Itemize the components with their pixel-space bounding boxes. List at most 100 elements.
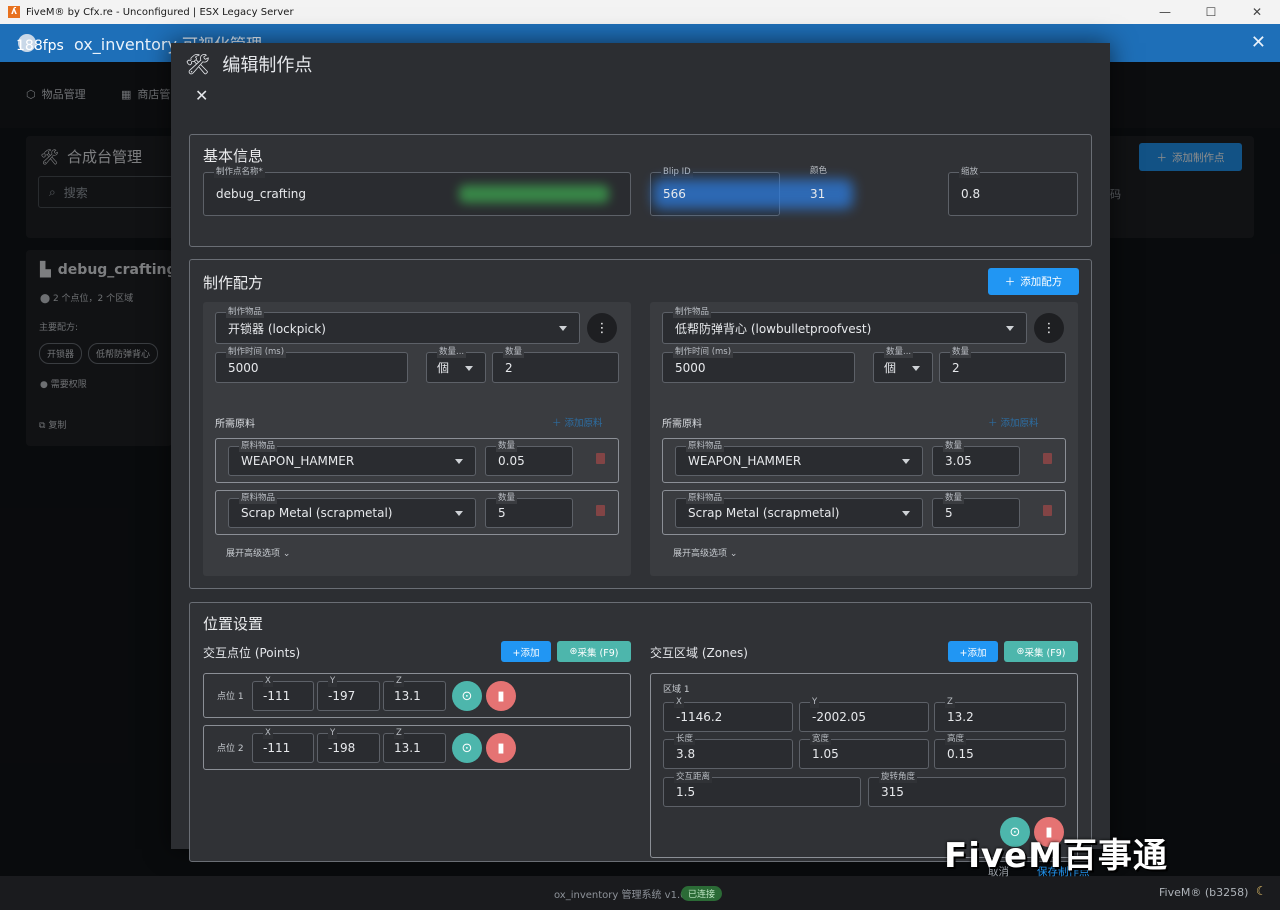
add-point-button[interactable]: +添加 [501, 641, 551, 662]
recipe-item-select[interactable]: 制作物品 低帮防弹背心 (lowbulletproofvest) [662, 306, 1027, 344]
capture-point-button[interactable]: ⊛ 采集 (F9) [557, 641, 631, 662]
zone-distance-label: 交互距离 [674, 771, 713, 783]
point-x-value: -111 [263, 689, 291, 703]
axis-z-label: Z [394, 675, 404, 687]
window-close-icon[interactable]: ✕ [1234, 0, 1280, 24]
point-z-value: 13.1 [394, 741, 421, 755]
scale-field[interactable]: 缩放 0.8 [948, 166, 1078, 216]
trash-icon[interactable] [596, 453, 605, 464]
point-x-field[interactable]: X -111 [252, 675, 314, 711]
modal-close-icon[interactable]: ✕ [195, 86, 208, 105]
recipe-item-label: 制作物品 [226, 306, 265, 318]
material-qty-field[interactable]: 数量 3.05 [932, 440, 1020, 476]
blip-id-value: 566 [663, 187, 686, 201]
zone-width-field[interactable]: 宽度 1.05 [799, 733, 929, 769]
name-label: 制作点名称* [214, 166, 265, 178]
chevron-down-icon: ⌄ [282, 549, 291, 559]
more-options-icon[interactable]: ⋮ [587, 313, 617, 343]
craft-time-field[interactable]: 制作时间 (ms) 5000 [662, 346, 855, 383]
add-material-label: 添加原料 [564, 418, 603, 429]
point-y-field[interactable]: Y -197 [317, 675, 380, 711]
color-label: 颜色 [810, 166, 828, 176]
plus-icon: ＋ [552, 418, 562, 429]
maximize-icon[interactable]: ☐ [1188, 0, 1234, 24]
zone-label: 区域 1 [663, 685, 690, 695]
material-qty-value: 3.05 [945, 454, 972, 468]
location-section: 位置设置 交互点位 (Points) +添加 ⊛ 采集 (F9) 点位 1 X … [189, 602, 1092, 862]
material-row: 原料物品 Scrap Metal (scrapmetal) 数量 5 [662, 490, 1066, 535]
unit-select[interactable]: 数量... 個 [873, 346, 933, 383]
point-row: 点位 2 X -111 Y -198 Z 13.1 ⊙ ▮ [203, 725, 631, 770]
more-options-icon[interactable]: ⋮ [1034, 313, 1064, 343]
expand-advanced-text: 展开高级选项 [226, 549, 281, 559]
material-qty-value: 5 [498, 506, 506, 520]
unit-select[interactable]: 数量... 個 [426, 346, 486, 383]
add-recipe-button[interactable]: ＋ 添加配方 [988, 268, 1079, 295]
zone-length-field[interactable]: 长度 3.8 [663, 733, 793, 769]
material-item-label: 原料物品 [686, 440, 725, 452]
material-qty-field[interactable]: 数量 5 [485, 492, 573, 528]
craft-time-value: 5000 [675, 360, 706, 375]
trash-icon[interactable] [1043, 453, 1052, 464]
delete-point-icon[interactable]: ▮ [486, 733, 516, 763]
zone-rotation-field[interactable]: 旋转角度 315 [868, 771, 1066, 807]
material-row: 原料物品 WEAPON_HAMMER 数量 3.05 [662, 438, 1066, 483]
zone-x-value: -1146.2 [676, 710, 723, 724]
delete-point-icon[interactable]: ▮ [486, 681, 516, 711]
target-icon: ⊛ [569, 646, 578, 657]
material-item-select[interactable]: 原料物品 WEAPON_HAMMER [228, 440, 476, 476]
trash-icon[interactable] [596, 505, 605, 516]
minimize-icon[interactable]: — [1142, 0, 1188, 24]
locate-point-icon[interactable]: ⊙ [452, 681, 482, 711]
add-zone-button[interactable]: +添加 [948, 641, 998, 662]
app-close-icon[interactable]: ✕ [1251, 32, 1266, 53]
moon-icon[interactable]: ☾ [1256, 884, 1267, 898]
zone-x-field[interactable]: X -1146.2 [663, 696, 793, 732]
count-field[interactable]: 数量 2 [939, 346, 1066, 383]
add-material-button[interactable]: ＋ 添加原料 [988, 415, 1039, 429]
axis-z-label: Z [394, 727, 404, 739]
expand-advanced-link[interactable]: 展开高级选项 ⌄ [673, 546, 737, 559]
materials-label: 所需原料 [215, 419, 255, 430]
color-field[interactable]: 颜色 31 [798, 166, 928, 216]
zone-y-value: -2002.05 [812, 710, 866, 724]
material-qty-value: 0.05 [498, 454, 525, 468]
scale-label: 缩放 [959, 166, 981, 178]
zone-z-field[interactable]: Z 13.2 [934, 696, 1066, 732]
point-z-field[interactable]: Z 13.1 [383, 675, 446, 711]
craft-time-label: 制作时间 (ms) [673, 346, 734, 358]
count-label: 数量 [950, 346, 972, 358]
expand-advanced-link[interactable]: 展开高级选项 ⌄ [226, 546, 290, 559]
material-qty-field[interactable]: 数量 0.05 [485, 440, 573, 476]
recipe-item-select[interactable]: 制作物品 开锁器 (lockpick) [215, 306, 580, 344]
add-material-button[interactable]: ＋ 添加原料 [552, 415, 603, 429]
locate-point-icon[interactable]: ⊙ [452, 733, 482, 763]
material-item-select[interactable]: 原料物品 Scrap Metal (scrapmetal) [228, 492, 476, 528]
zone-rotation-label: 旋转角度 [879, 771, 918, 783]
material-item-select[interactable]: 原料物品 WEAPON_HAMMER [675, 440, 923, 476]
count-field[interactable]: 数量 2 [492, 346, 619, 383]
axis-x-label: X [674, 696, 684, 708]
name-field[interactable]: 制作点名称* debug_crafting [203, 166, 631, 216]
point-label: 点位 1 [217, 692, 244, 702]
target-icon: ⊛ [1016, 646, 1025, 657]
material-qty-field[interactable]: 数量 5 [932, 492, 1020, 528]
point-z-field[interactable]: Z 13.1 [383, 727, 446, 763]
modal-title-text: 编辑制作点 [222, 55, 313, 76]
zone-distance-field[interactable]: 交互距离 1.5 [663, 771, 861, 807]
zone-y-field[interactable]: Y -2002.05 [799, 696, 929, 732]
point-y-field[interactable]: Y -198 [317, 727, 380, 763]
capture-zone-button[interactable]: ⊛ 采集 (F9) [1004, 641, 1078, 662]
name-value: debug_crafting [216, 187, 306, 201]
trash-icon[interactable] [1043, 505, 1052, 516]
zone-height-field[interactable]: 高度 0.15 [934, 733, 1066, 769]
material-item-select[interactable]: 原料物品 Scrap Metal (scrapmetal) [675, 492, 923, 528]
blip-id-field[interactable]: Blip ID 566 [650, 166, 853, 216]
build-version: FiveM® (b3258) [1159, 886, 1249, 899]
material-qty-label: 数量 [496, 440, 518, 452]
recipe-item-value: 开锁器 (lockpick) [228, 321, 326, 336]
craft-time-field[interactable]: 制作时间 (ms) 5000 [215, 346, 408, 383]
point-x-field[interactable]: X -111 [252, 727, 314, 763]
chevron-down-icon: ⌄ [729, 549, 738, 559]
blip-id-label: Blip ID [661, 166, 693, 178]
